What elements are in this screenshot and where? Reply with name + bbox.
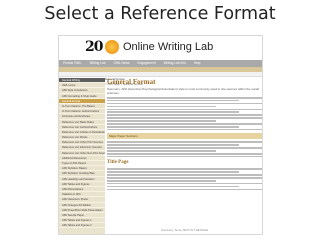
slide-title: Select a Reference Format: [44, 4, 276, 24]
sidebar-item[interactable]: APA Tables and Figures 2: [59, 223, 105, 229]
nav-item[interactable]: OWL News: [110, 60, 134, 67]
sun-icon: [105, 40, 119, 54]
page-title: General Format: [107, 78, 156, 86]
section-bar: Major Paper Sections: [107, 133, 262, 140]
body-text-block: [107, 97, 262, 131]
logo-title[interactable]: Online Writing Lab: [123, 40, 213, 54]
site-header: 20 Online Writing Lab: [59, 36, 262, 60]
nav-item[interactable]: Writing Lab: [85, 60, 109, 67]
footer-note: Summary: Some TEXT IN THE PAGE: [161, 228, 208, 232]
main-content: General Format Summary: APA (American Ps…: [107, 78, 262, 234]
page-summary: Summary: APA (American Psychological Ass…: [107, 87, 260, 95]
breadcrumb: OWL Home > Research & Citation > APA Sty…: [59, 72, 262, 86]
nav-item[interactable]: Help: [190, 60, 205, 67]
owl-webpage-screenshot: 20 Online Writing Lab Purdue OWL Writing…: [58, 35, 263, 235]
nav-item[interactable]: Writing Lab Info: [160, 60, 190, 67]
nav-item[interactable]: Engagement: [134, 60, 160, 67]
body-text-block: [107, 141, 262, 158]
nav-item[interactable]: Purdue OWL: [59, 60, 85, 67]
sidebar-menu: General Writing OWL Home APA Style Introdu…: [59, 78, 105, 234]
primary-nav: Purdue OWL Writing Lab OWL News Engageme…: [59, 60, 262, 67]
section-heading: Title Page: [107, 160, 129, 166]
body-text-block: [107, 168, 262, 191]
